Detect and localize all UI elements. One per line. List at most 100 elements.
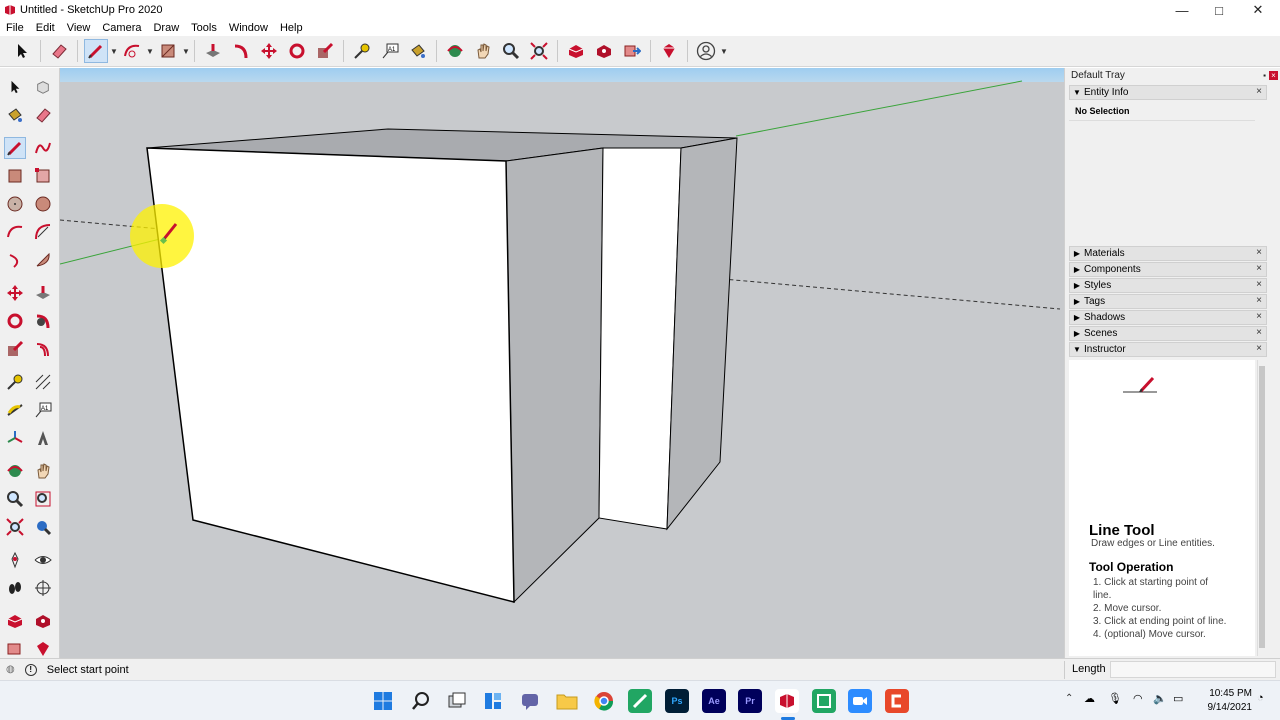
line-tool-icon[interactable]	[4, 137, 26, 159]
look-around-icon[interactable]	[32, 549, 54, 571]
3d-warehouse-icon[interactable]	[564, 39, 588, 63]
info-icon[interactable]: !	[24, 663, 37, 676]
follow-me-tool-icon[interactable]	[229, 39, 253, 63]
zoom-window-tool-icon[interactable]	[32, 488, 54, 510]
paint-bucket-tool-icon[interactable]	[4, 104, 26, 126]
notifications-icon[interactable]: ◔	[1257, 692, 1264, 704]
panel-components[interactable]: ▶ Components ×	[1069, 262, 1267, 277]
zoom-extents-tool-icon[interactable]	[527, 39, 551, 63]
geo-location-icon[interactable]: ◍	[6, 664, 15, 675]
zoom-extents-tool-icon[interactable]	[4, 516, 26, 538]
menu-tools[interactable]: Tools	[185, 22, 223, 34]
measurements-input[interactable]	[1110, 661, 1276, 678]
two-point-arc-tool-icon[interactable]	[32, 221, 54, 243]
circle-tool-icon[interactable]	[4, 193, 26, 215]
menu-help[interactable]: Help	[274, 22, 309, 34]
section-plane-icon[interactable]	[32, 577, 54, 599]
push-pull-tool-icon[interactable]	[201, 39, 225, 63]
menu-camera[interactable]: Camera	[96, 22, 147, 34]
chevron-down-icon[interactable]: ▼	[182, 47, 190, 56]
chrome-icon[interactable]	[592, 689, 616, 713]
model-canvas[interactable]	[60, 68, 1064, 658]
position-camera-icon[interactable]	[4, 549, 26, 571]
send-to-layout-icon[interactable]	[4, 638, 26, 660]
eraser-tool-icon[interactable]	[32, 104, 54, 126]
file-explorer-icon[interactable]	[555, 689, 579, 713]
chevron-down-icon[interactable]: ▼	[110, 47, 118, 56]
close-icon[interactable]: ×	[1256, 279, 1262, 290]
protractor-tool-icon[interactable]	[4, 399, 26, 421]
freehand-tool-icon[interactable]	[32, 137, 54, 159]
camtasia-recorder-icon[interactable]	[812, 689, 836, 713]
windows-start-icon[interactable]	[371, 689, 395, 713]
text-tool-icon[interactable]: A1	[32, 399, 54, 421]
menu-edit[interactable]: Edit	[30, 22, 61, 34]
extension-warehouse-icon[interactable]	[592, 39, 616, 63]
chevron-down-icon[interactable]: ▼	[720, 47, 728, 56]
rectangle-tool-icon[interactable]	[4, 165, 26, 187]
rotated-rectangle-tool-icon[interactable]	[32, 165, 54, 187]
scale-tool-icon[interactable]	[313, 39, 337, 63]
orbit-tool-icon[interactable]	[443, 39, 467, 63]
scrollbar-thumb[interactable]	[1259, 366, 1265, 648]
rotate-tool-icon[interactable]	[285, 39, 309, 63]
dimension-tool-icon[interactable]	[32, 371, 54, 393]
chevron-down-icon[interactable]: ▼	[146, 47, 154, 56]
send-to-layout-icon[interactable]	[620, 39, 644, 63]
close-icon[interactable]: ×	[1256, 295, 1262, 306]
menu-view[interactable]: View	[61, 22, 97, 34]
orbit-tool-icon[interactable]	[4, 460, 26, 482]
panel-scenes[interactable]: ▶ Scenes ×	[1069, 326, 1267, 341]
chevron-up-icon[interactable]: ⌃	[1065, 693, 1073, 704]
arc-tool-icon[interactable]	[120, 39, 144, 63]
panel-materials[interactable]: ▶ Materials ×	[1069, 246, 1267, 261]
close-icon[interactable]: ×	[1256, 311, 1262, 322]
panel-instructor[interactable]: ▼ Instructor ×	[1069, 342, 1267, 357]
offset-tool-icon[interactable]	[32, 338, 54, 360]
scale-tool-icon[interactable]	[4, 338, 26, 360]
drawing-viewport[interactable]	[60, 68, 1064, 658]
widgets-icon[interactable]	[481, 689, 505, 713]
task-view-icon[interactable]	[445, 689, 469, 713]
snagit-icon[interactable]	[885, 689, 909, 713]
3d-text-tool-icon[interactable]	[32, 427, 54, 449]
after-effects-icon[interactable]: Ae	[702, 689, 726, 713]
make-component-icon[interactable]	[32, 76, 54, 98]
close-icon[interactable]: ×	[1256, 247, 1262, 258]
arc-tool-icon[interactable]	[4, 221, 26, 243]
instructor-scrollbar[interactable]	[1257, 360, 1265, 656]
move-tool-icon[interactable]	[4, 282, 26, 304]
pin-icon[interactable]: ▪	[1263, 71, 1266, 80]
text-tool-icon[interactable]: A1	[378, 39, 402, 63]
extension-manager-icon[interactable]	[657, 39, 681, 63]
panel-shadows[interactable]: ▶ Shadows ×	[1069, 310, 1267, 325]
zoom-meeting-icon[interactable]	[848, 689, 872, 713]
sketchup-taskbar-icon[interactable]	[775, 689, 799, 713]
search-icon[interactable]	[409, 689, 433, 713]
pan-tool-icon[interactable]	[32, 460, 54, 482]
battery-icon[interactable]: ▭	[1173, 692, 1183, 705]
three-point-arc-tool-icon[interactable]	[4, 249, 26, 271]
photoshop-icon[interactable]: Ps	[665, 689, 689, 713]
camtasia-icon[interactable]	[628, 689, 652, 713]
paint-bucket-tool-icon[interactable]	[406, 39, 430, 63]
extension-warehouse-icon[interactable]	[32, 610, 54, 632]
volume-icon[interactable]: 🔈	[1153, 692, 1167, 705]
previous-view-icon[interactable]	[32, 516, 54, 538]
tray-close-icon[interactable]: ×	[1269, 71, 1278, 80]
polygon-tool-icon[interactable]	[32, 193, 54, 215]
microphone-icon[interactable]: 🎙	[1108, 692, 1122, 705]
close-icon[interactable]: ×	[1256, 327, 1262, 338]
move-tool-icon[interactable]	[257, 39, 281, 63]
eraser-tool-icon[interactable]	[47, 39, 71, 63]
panel-styles[interactable]: ▶ Styles ×	[1069, 278, 1267, 293]
push-pull-tool-icon[interactable]	[32, 282, 54, 304]
walk-icon[interactable]	[4, 577, 26, 599]
account-icon[interactable]	[694, 39, 718, 63]
follow-me-tool-icon[interactable]	[32, 310, 54, 332]
zoom-tool-icon[interactable]	[499, 39, 523, 63]
system-clock[interactable]: 10:45 PM 9/14/2021	[1196, 687, 1253, 715]
cloud-icon[interactable]: ☁	[1084, 692, 1095, 705]
axes-tool-icon[interactable]	[4, 427, 26, 449]
close-icon[interactable]: ×	[1256, 343, 1262, 354]
